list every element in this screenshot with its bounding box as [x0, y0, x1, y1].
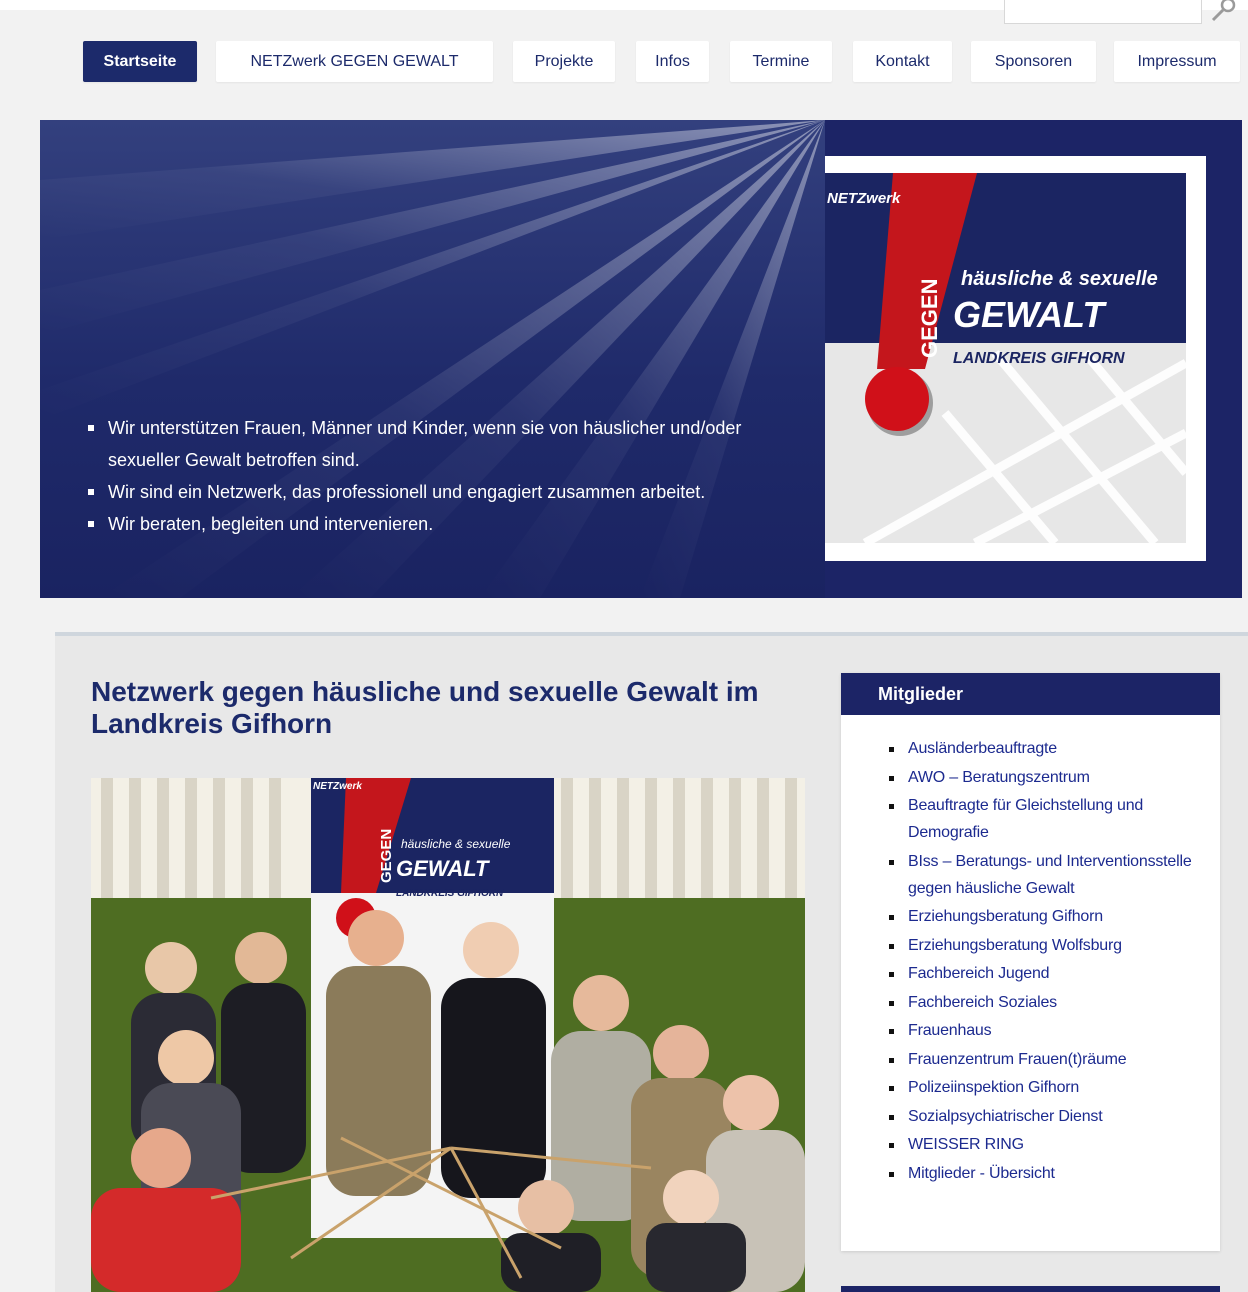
list-item: Erziehungsberatung Gifhorn — [889, 903, 1209, 930]
hero-banner: Wir unterstützen Frauen, Männer und Kind… — [40, 120, 1242, 598]
nav-item-termine[interactable]: Termine — [730, 41, 832, 82]
search-icon[interactable] — [1208, 0, 1238, 22]
logo-gewalt: GEWALT — [953, 294, 1107, 335]
logo-frame: NETZwerk GEGEN häusliche & sexuelle GEWA… — [825, 156, 1206, 561]
nav-item-startseite[interactable]: Startseite — [83, 41, 197, 82]
logo-subtitle: häusliche & sexuelle — [961, 268, 1158, 290]
member-link-fachbereich-soziales[interactable]: Fachbereich Soziales — [908, 994, 1057, 1011]
nav-item-projekte[interactable]: Projekte — [513, 41, 615, 82]
list-item: Fachbereich Soziales — [889, 989, 1209, 1016]
list-item: Erziehungsberatung Wolfsburg — [889, 932, 1209, 959]
member-link-auslaenderbeauftragte[interactable]: Ausländerbeauftragte — [908, 740, 1057, 757]
member-link-erziehungsberatung-wolfsburg[interactable]: Erziehungsberatung Wolfsburg — [908, 937, 1122, 954]
nav-item-infos[interactable]: Infos — [636, 41, 709, 82]
member-link-erziehungsberatung-gifhorn[interactable]: Erziehungsberatung Gifhorn — [908, 908, 1103, 925]
list-item: Sozialpsychiatrischer Dienst — [889, 1103, 1209, 1130]
photo-banner-brand: NETZwerk — [313, 781, 362, 792]
page-title: Netzwerk gegen häusliche und sexuelle Ge… — [91, 676, 759, 739]
member-link-fachbereich-jugend[interactable]: Fachbereich Jugend — [908, 965, 1050, 982]
list-item: Fachbereich Jugend — [889, 960, 1209, 987]
member-link-gleichstellung[interactable]: Beauftragte für Gleichstellung und Demog… — [908, 797, 1143, 841]
member-link-uebersicht[interactable]: Mitglieder - Übersicht — [908, 1165, 1055, 1182]
nav-item-kontakt[interactable]: Kontakt — [853, 41, 952, 82]
list-item: Frauenhaus — [889, 1017, 1209, 1044]
hero-bullet: Wir beraten, begleiten und intervenieren… — [88, 508, 788, 540]
sidebar-heading: Mitglieder — [841, 673, 1220, 715]
member-link-frauenzentrum[interactable]: Frauenzentrum Frauen(t)räume — [908, 1051, 1127, 1068]
logo-gegen: GEGEN — [917, 279, 942, 358]
member-link-frauenhaus[interactable]: Frauenhaus — [908, 1022, 992, 1039]
next-sidebar-box — [841, 1286, 1220, 1292]
list-item: Mitglieder - Übersicht — [889, 1160, 1209, 1187]
members-list: Ausländerbeauftragte AWO – Beratungszent… — [889, 735, 1209, 1188]
member-link-sozialpsychiatrischer-dienst[interactable]: Sozialpsychiatrischer Dienst — [908, 1108, 1103, 1125]
photo-banner-gewalt: GEWALT — [396, 856, 490, 881]
logo-region: LANDKREIS GIFHORN — [953, 350, 1125, 367]
member-link-weisser-ring[interactable]: WEISSER RING — [908, 1136, 1024, 1153]
search-input[interactable] — [1004, 0, 1202, 24]
hero-bullet: Wir sind ein Netzwerk, das professionell… — [88, 476, 788, 508]
logo-graphic: NETZwerk GEGEN häusliche & sexuelle GEWA… — [825, 173, 1186, 543]
members-sidebar: Mitglieder Ausländerbeauftragte AWO – Be… — [841, 673, 1220, 1251]
list-item: Frauenzentrum Frauen(t)räume — [889, 1046, 1209, 1073]
list-item: Beauftragte für Gleichstellung und Demog… — [889, 792, 1209, 846]
nav-item-netzwerk-gegen-gewalt[interactable]: NETZwerk GEGEN GEWALT — [216, 41, 493, 82]
member-link-polizeiinspektion[interactable]: Polizeiinspektion Gifhorn — [908, 1079, 1079, 1096]
photo-banner-subtitle: häusliche & sexuelle — [401, 837, 511, 851]
list-item: BIss – Beratungs- und Interventionsstell… — [889, 848, 1209, 902]
list-item: WEISSER RING — [889, 1131, 1209, 1158]
group-photo: NETZwerk GEGEN häusliche & sexuelle GEWA… — [91, 778, 805, 1292]
list-item: Polizeiinspektion Gifhorn — [889, 1074, 1209, 1101]
netzwerk-logo: NETZwerk GEGEN häusliche & sexuelle GEWA… — [825, 173, 1186, 543]
member-link-biss[interactable]: BIss – Beratungs- und Interventionsstell… — [908, 853, 1192, 897]
nav-item-sponsoren[interactable]: Sponsoren — [971, 41, 1096, 82]
nav-item-impressum[interactable]: Impressum — [1114, 41, 1240, 82]
hero-bullet: Wir unterstützen Frauen, Männer und Kind… — [88, 412, 788, 476]
hero-bullet-list: Wir unterstützen Frauen, Männer und Kind… — [88, 412, 788, 540]
logo-brand: NETZwerk — [827, 190, 901, 207]
member-link-awo[interactable]: AWO – Beratungszentrum — [908, 769, 1090, 786]
list-item: AWO – Beratungszentrum — [889, 764, 1209, 791]
list-item: Ausländerbeauftragte — [889, 735, 1209, 762]
photo-banner-gegen: GEGEN — [378, 829, 395, 883]
photo-banner-region: LANDKREIS GIFHORN — [396, 888, 504, 899]
